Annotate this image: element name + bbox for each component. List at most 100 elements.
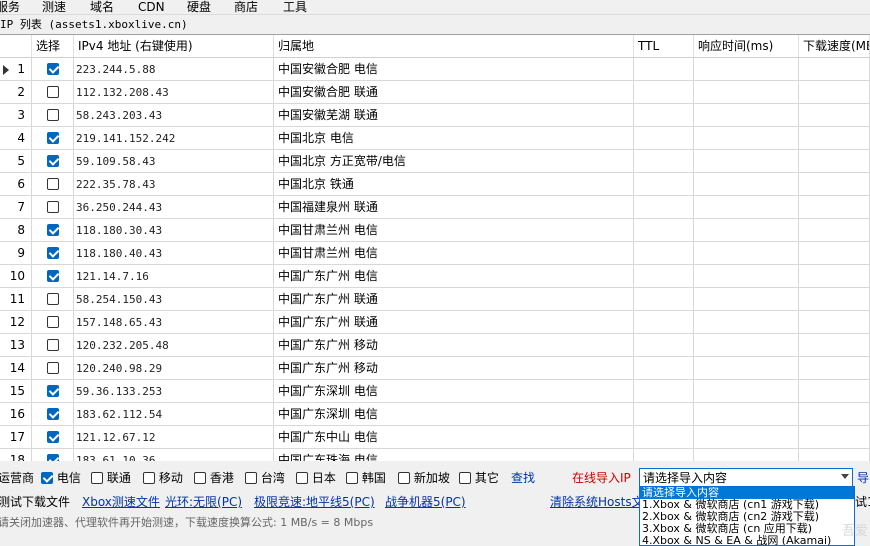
select-cell[interactable]: [32, 150, 74, 173]
row-index-cell[interactable]: 12: [0, 311, 32, 334]
table-row[interactable]: 5 59.109.58.43 中国北京 方正宽带/电信: [0, 150, 870, 173]
table-row[interactable]: 1 223.244.5.88 中国安徽合肥 电信: [0, 58, 870, 81]
table-row[interactable]: 18 183.61.10.36 中国广东珠海 电信: [0, 449, 870, 461]
carrier-filter-option[interactable]: 电信: [41, 470, 81, 486]
select-cell[interactable]: [32, 403, 74, 426]
ip-grid[interactable]: 选择 IPv4 地址 (右键使用) 归属地 TTL 响应时间(ms) 下载速度(…: [0, 34, 870, 461]
ip-cell[interactable]: 222.35.78.43: [74, 173, 274, 196]
ip-cell[interactable]: 157.148.65.43: [74, 311, 274, 334]
row-checkbox[interactable]: [46, 292, 59, 305]
select-cell[interactable]: [32, 81, 74, 104]
select-cell[interactable]: [32, 58, 74, 81]
table-row[interactable]: 4 219.141.152.242 中国北京 电信: [0, 127, 870, 150]
header-response[interactable]: 响应时间(ms): [694, 35, 799, 57]
ip-cell[interactable]: 36.250.244.43: [74, 196, 274, 219]
row-checkbox[interactable]: [46, 85, 59, 98]
ip-cell[interactable]: 59.36.133.253: [74, 380, 274, 403]
import-select[interactable]: 请选择导入内容: [639, 468, 853, 487]
ip-cell[interactable]: 120.240.98.29: [74, 357, 274, 380]
select-cell[interactable]: [32, 311, 74, 334]
ip-cell[interactable]: 118.180.30.43: [74, 219, 274, 242]
table-row[interactable]: 12 157.148.65.43 中国广东广州 联通: [0, 311, 870, 334]
row-index-cell[interactable]: 2: [0, 81, 32, 104]
import-button-cut[interactable]: 导: [857, 470, 869, 486]
ip-cell[interactable]: 121.14.7.16: [74, 265, 274, 288]
table-row[interactable]: 6 222.35.78.43 中国北京 铁通: [0, 173, 870, 196]
carrier-filter-option[interactable]: 日本: [296, 470, 336, 486]
carrier-filter-option[interactable]: 联通: [91, 470, 131, 486]
row-checkbox[interactable]: [46, 338, 59, 351]
filter-checkbox[interactable]: [459, 471, 471, 484]
select-cell[interactable]: [32, 104, 74, 127]
select-cell[interactable]: [32, 265, 74, 288]
row-checkbox[interactable]: [46, 453, 59, 461]
row-index-cell[interactable]: 5: [0, 150, 32, 173]
row-index-cell[interactable]: 9: [0, 242, 32, 265]
row-checkbox[interactable]: [46, 200, 59, 213]
halo-link[interactable]: 光环:无限(PC): [165, 494, 242, 510]
row-index-cell[interactable]: 15: [0, 380, 32, 403]
row-checkbox[interactable]: [46, 108, 59, 121]
row-checkbox[interactable]: [46, 62, 59, 75]
header-ttl[interactable]: TTL: [634, 35, 694, 57]
forza-link[interactable]: 极限竞速:地平线5(PC): [254, 494, 375, 510]
import-dropdown-list[interactable]: 请选择导入内容 1.Xbox & 微软商店 (cn1 游戏下载) 2.Xbox & …: [639, 486, 855, 546]
row-checkbox[interactable]: [46, 131, 59, 144]
table-row[interactable]: 10 121.14.7.16 中国广东广州 电信: [0, 265, 870, 288]
filter-checkbox[interactable]: [91, 471, 103, 484]
xbox-file-link[interactable]: Xbox测速文件: [82, 494, 160, 510]
ip-cell[interactable]: 183.62.112.54: [74, 403, 274, 426]
row-index-cell[interactable]: 8: [0, 219, 32, 242]
select-cell[interactable]: [32, 242, 74, 265]
carrier-filter-option[interactable]: 其它: [459, 470, 499, 486]
table-row[interactable]: 15 59.36.133.253 中国广东深圳 电信: [0, 380, 870, 403]
row-checkbox[interactable]: [46, 177, 59, 190]
table-row[interactable]: 17 121.12.67.12 中国广东中山 电信: [0, 426, 870, 449]
row-index-cell[interactable]: 7: [0, 196, 32, 219]
header-ipv4[interactable]: IPv4 地址 (右键使用): [74, 35, 274, 57]
table-row[interactable]: 9 118.180.40.43 中国甘肃兰州 电信: [0, 242, 870, 265]
select-cell[interactable]: [32, 357, 74, 380]
row-index-cell[interactable]: 13: [0, 334, 32, 357]
row-checkbox[interactable]: [46, 361, 59, 374]
carrier-filter-option[interactable]: 台湾: [245, 470, 285, 486]
select-cell[interactable]: [32, 219, 74, 242]
select-cell[interactable]: [32, 426, 74, 449]
row-index-cell[interactable]: 4: [0, 127, 32, 150]
table-row[interactable]: 13 120.232.205.48 中国广东广州 移动: [0, 334, 870, 357]
table-row[interactable]: 16 183.62.112.54 中国广东深圳 电信: [0, 403, 870, 426]
row-index-cell[interactable]: 17: [0, 426, 32, 449]
row-index-cell[interactable]: 11: [0, 288, 32, 311]
ip-cell[interactable]: 58.254.150.43: [74, 288, 274, 311]
row-checkbox[interactable]: [46, 384, 59, 397]
chevron-down-icon[interactable]: [841, 474, 849, 479]
select-cell[interactable]: [32, 380, 74, 403]
header-location[interactable]: 归属地: [274, 35, 634, 57]
row-index-cell[interactable]: 10: [0, 265, 32, 288]
ip-cell[interactable]: 118.180.40.43: [74, 242, 274, 265]
select-cell[interactable]: [32, 127, 74, 150]
row-index-cell[interactable]: 18: [0, 449, 32, 461]
header-select[interactable]: 选择: [32, 35, 74, 57]
row-checkbox[interactable]: [46, 246, 59, 259]
table-row[interactable]: 3 58.243.203.43 中国安徽芜湖 联通: [0, 104, 870, 127]
ip-cell[interactable]: 223.244.5.88: [74, 58, 274, 81]
filter-checkbox[interactable]: [245, 471, 257, 484]
import-option[interactable]: 4.Xbox & NS & EA & 战网 (Akamai): [640, 535, 854, 546]
filter-checkbox[interactable]: [194, 471, 206, 484]
select-cell[interactable]: [32, 173, 74, 196]
find-button[interactable]: 查找: [511, 470, 535, 486]
row-checkbox[interactable]: [46, 430, 59, 443]
ip-cell[interactable]: 219.141.152.242: [74, 127, 274, 150]
filter-checkbox[interactable]: [398, 471, 410, 484]
select-cell[interactable]: [32, 288, 74, 311]
select-cell[interactable]: [32, 449, 74, 461]
row-index-cell[interactable]: 14: [0, 357, 32, 380]
row-index-cell[interactable]: 6: [0, 173, 32, 196]
carrier-filter-option[interactable]: 新加坡: [398, 470, 450, 486]
row-checkbox[interactable]: [46, 269, 59, 282]
row-checkbox[interactable]: [46, 315, 59, 328]
carrier-filter-option[interactable]: 移动: [143, 470, 183, 486]
ip-cell[interactable]: 112.132.208.43: [74, 81, 274, 104]
row-checkbox[interactable]: [46, 154, 59, 167]
